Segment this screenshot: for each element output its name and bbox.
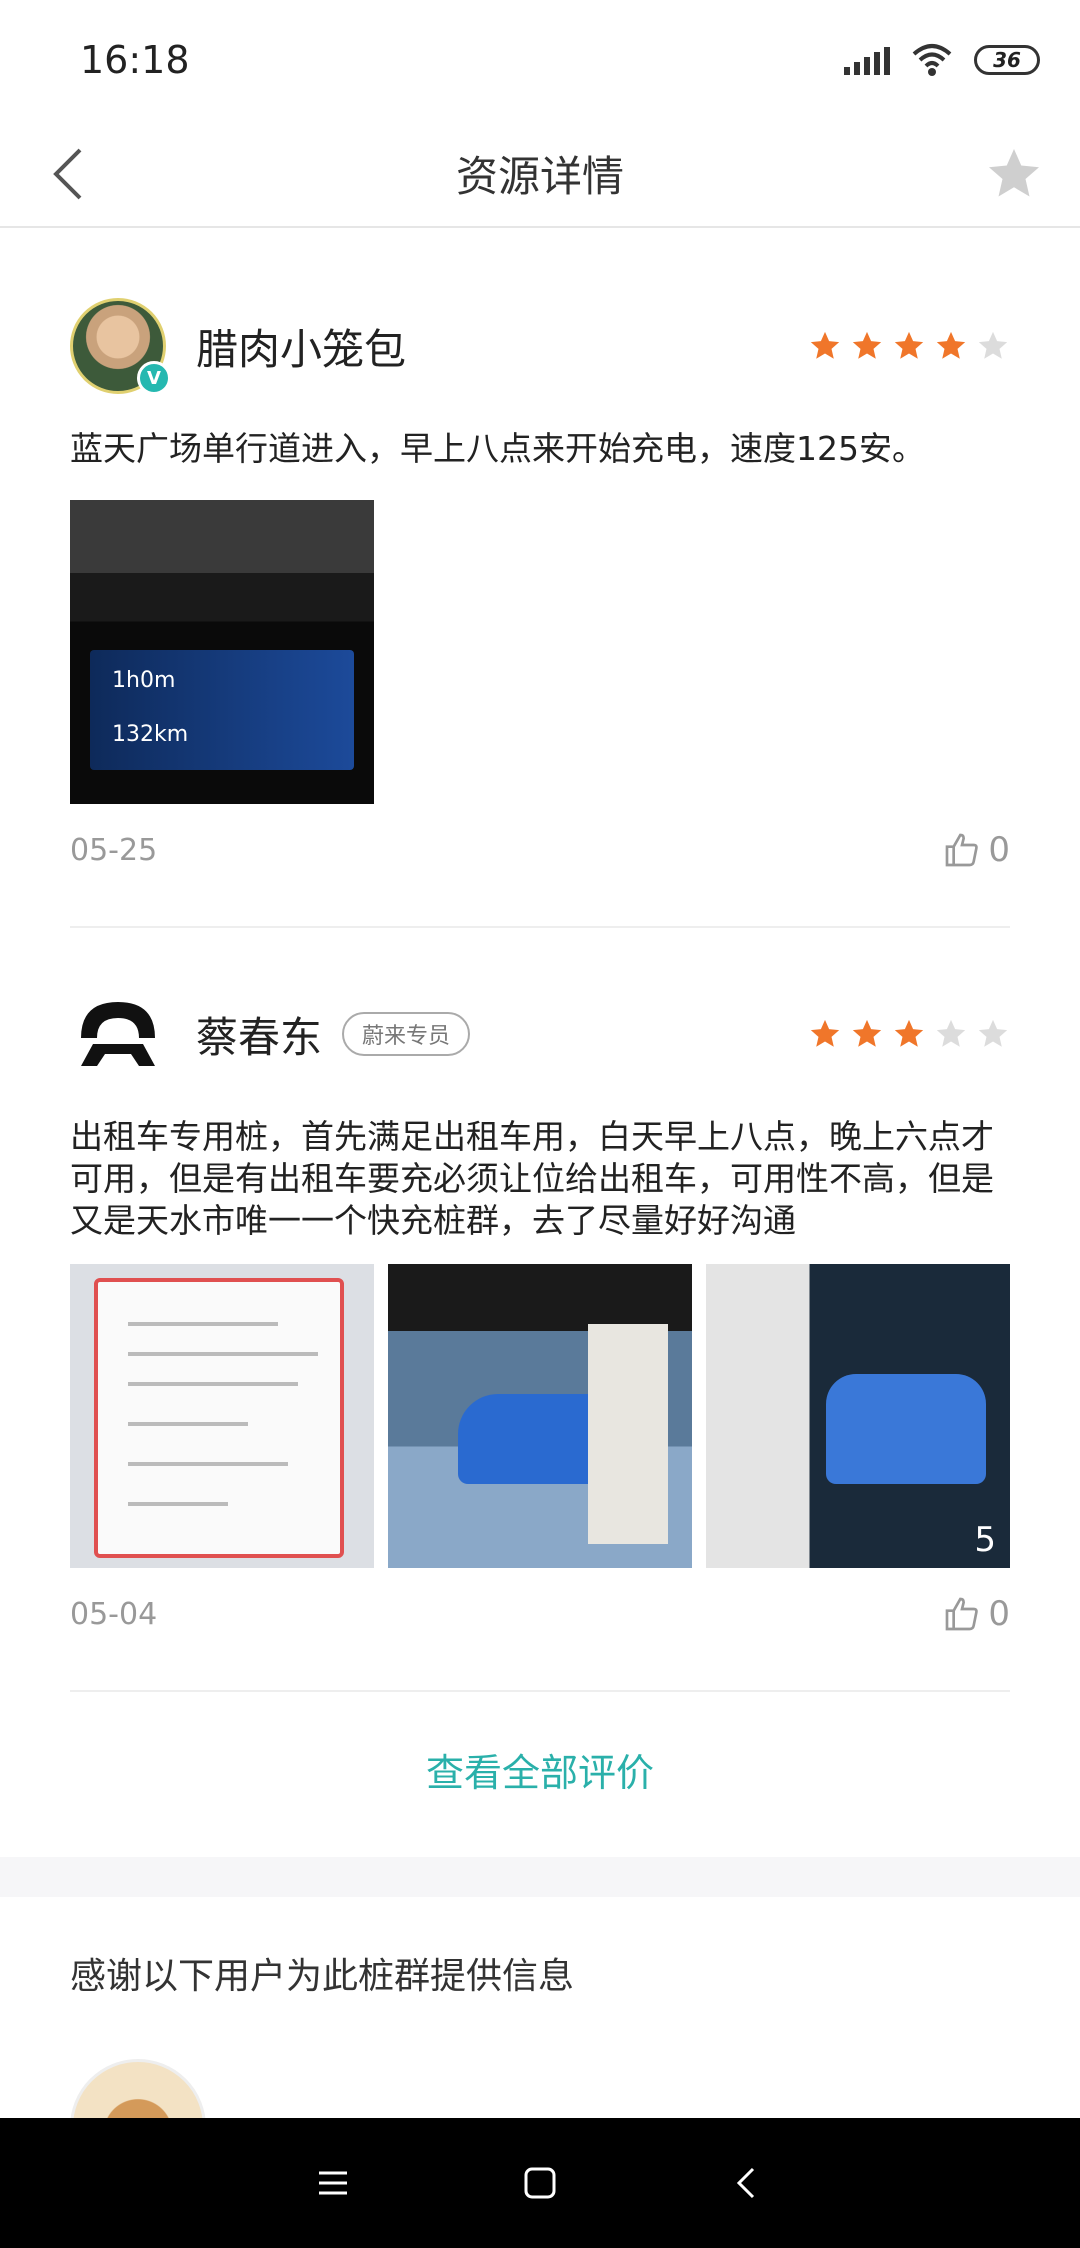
- review-photos: 5: [70, 1264, 1010, 1568]
- review-item: 蔡春东 蔚来专员 出租车专用桩，首先满足出租车用，白天早上八点，晚上六点才可用，…: [0, 928, 1080, 1660]
- photo-label: 132km: [112, 722, 189, 747]
- review-footer: 05-25 0: [70, 804, 1010, 896]
- taxi-shape: [826, 1374, 986, 1484]
- review-header: V 腊肉小笼包: [70, 286, 1010, 406]
- favorite-star-icon[interactable]: [984, 144, 1044, 204]
- user-name[interactable]: 蔡春东: [196, 1004, 322, 1065]
- star-icon: [894, 1019, 924, 1047]
- star-icon: [894, 331, 924, 359]
- contributors-title: 感谢以下用户为此桩群提供信息: [70, 1956, 575, 1997]
- page-content: V 腊肉小笼包 蓝天广场单行道进入，早上八点来开始充电，速度125安。 1h0m…: [0, 230, 1080, 2195]
- system-nav-bar: [0, 2118, 1080, 2248]
- nio-logo-icon: [81, 1002, 155, 1066]
- user-name[interactable]: 腊肉小笼包: [196, 316, 406, 377]
- doc-line: [128, 1322, 278, 1326]
- battery-icon: 36: [974, 45, 1040, 75]
- like-button[interactable]: 0: [942, 830, 1010, 870]
- charger-shape: [588, 1324, 668, 1544]
- star-icon: [978, 1019, 1008, 1047]
- menu-icon[interactable]: [309, 2159, 357, 2207]
- thumb-up-icon: [946, 833, 979, 867]
- doc-line: [128, 1462, 288, 1466]
- avatar[interactable]: [70, 986, 166, 1082]
- review-header: 蔡春东 蔚来专员: [70, 974, 1010, 1094]
- review-photos: 1h0m 132km: [70, 500, 1010, 804]
- review-photo[interactable]: [70, 1264, 374, 1568]
- review-text: 蓝天广场单行道进入，早上八点来开始充电，速度125安。: [70, 429, 925, 468]
- like-count: 0: [988, 830, 1010, 870]
- section-gap: [0, 1857, 1080, 1897]
- page-title: 资源详情: [455, 151, 624, 201]
- doc-line: [128, 1422, 248, 1426]
- view-all-reviews-link[interactable]: 查看全部评价: [0, 1692, 1080, 1857]
- status-bar: 16:18 36: [0, 0, 1080, 120]
- status-icons: 36: [844, 42, 1040, 78]
- review-footer: 05-04 0: [70, 1568, 1010, 1660]
- rating-stars: [808, 1017, 1010, 1051]
- star-icon: [936, 1019, 966, 1047]
- signal-icon: [844, 45, 890, 75]
- review-date: 05-25: [70, 832, 158, 868]
- review-date: 05-04: [70, 1596, 158, 1632]
- doc-line: [128, 1382, 298, 1386]
- like-button[interactable]: 0: [942, 1594, 1010, 1634]
- review-photo[interactable]: [388, 1264, 692, 1568]
- photo-label: 1h0m: [112, 668, 176, 693]
- status-time: 16:18: [80, 38, 190, 82]
- user-tag: 蔚来专员: [342, 1012, 471, 1056]
- document-sheet: [94, 1278, 344, 1558]
- wifi-icon: [912, 44, 952, 76]
- star-icon: [810, 1019, 840, 1047]
- review-text: 出租车专用桩，首先满足出租车用，白天早上八点，晚上六点才可用，但是有出租车要充必…: [70, 1117, 994, 1240]
- star-icon: [810, 331, 840, 359]
- photo-count: 5: [974, 1520, 996, 1560]
- like-count: 0: [988, 1594, 1010, 1634]
- doc-line: [128, 1502, 228, 1506]
- back-nav-icon[interactable]: [723, 2159, 771, 2207]
- dashboard-screen: 1h0m 132km: [90, 650, 354, 770]
- star-icon: [852, 1019, 882, 1047]
- review-photo[interactable]: 5: [706, 1264, 1010, 1568]
- nav-bar: 资源详情: [0, 120, 1080, 228]
- doc-line: [128, 1352, 318, 1356]
- avatar[interactable]: V: [70, 298, 171, 395]
- star-icon: [852, 331, 882, 359]
- rating-stars: [808, 329, 1010, 363]
- verified-badge: V: [137, 361, 171, 395]
- back-icon[interactable]: [40, 142, 104, 206]
- review-photo[interactable]: 1h0m 132km: [70, 500, 374, 804]
- home-icon[interactable]: [516, 2159, 564, 2207]
- star-icon: [978, 331, 1008, 359]
- thumb-up-icon: [946, 1597, 979, 1631]
- review-item: V 腊肉小笼包 蓝天广场单行道进入，早上八点来开始充电，速度125安。 1h0m…: [0, 230, 1080, 896]
- star-icon: [936, 331, 966, 359]
